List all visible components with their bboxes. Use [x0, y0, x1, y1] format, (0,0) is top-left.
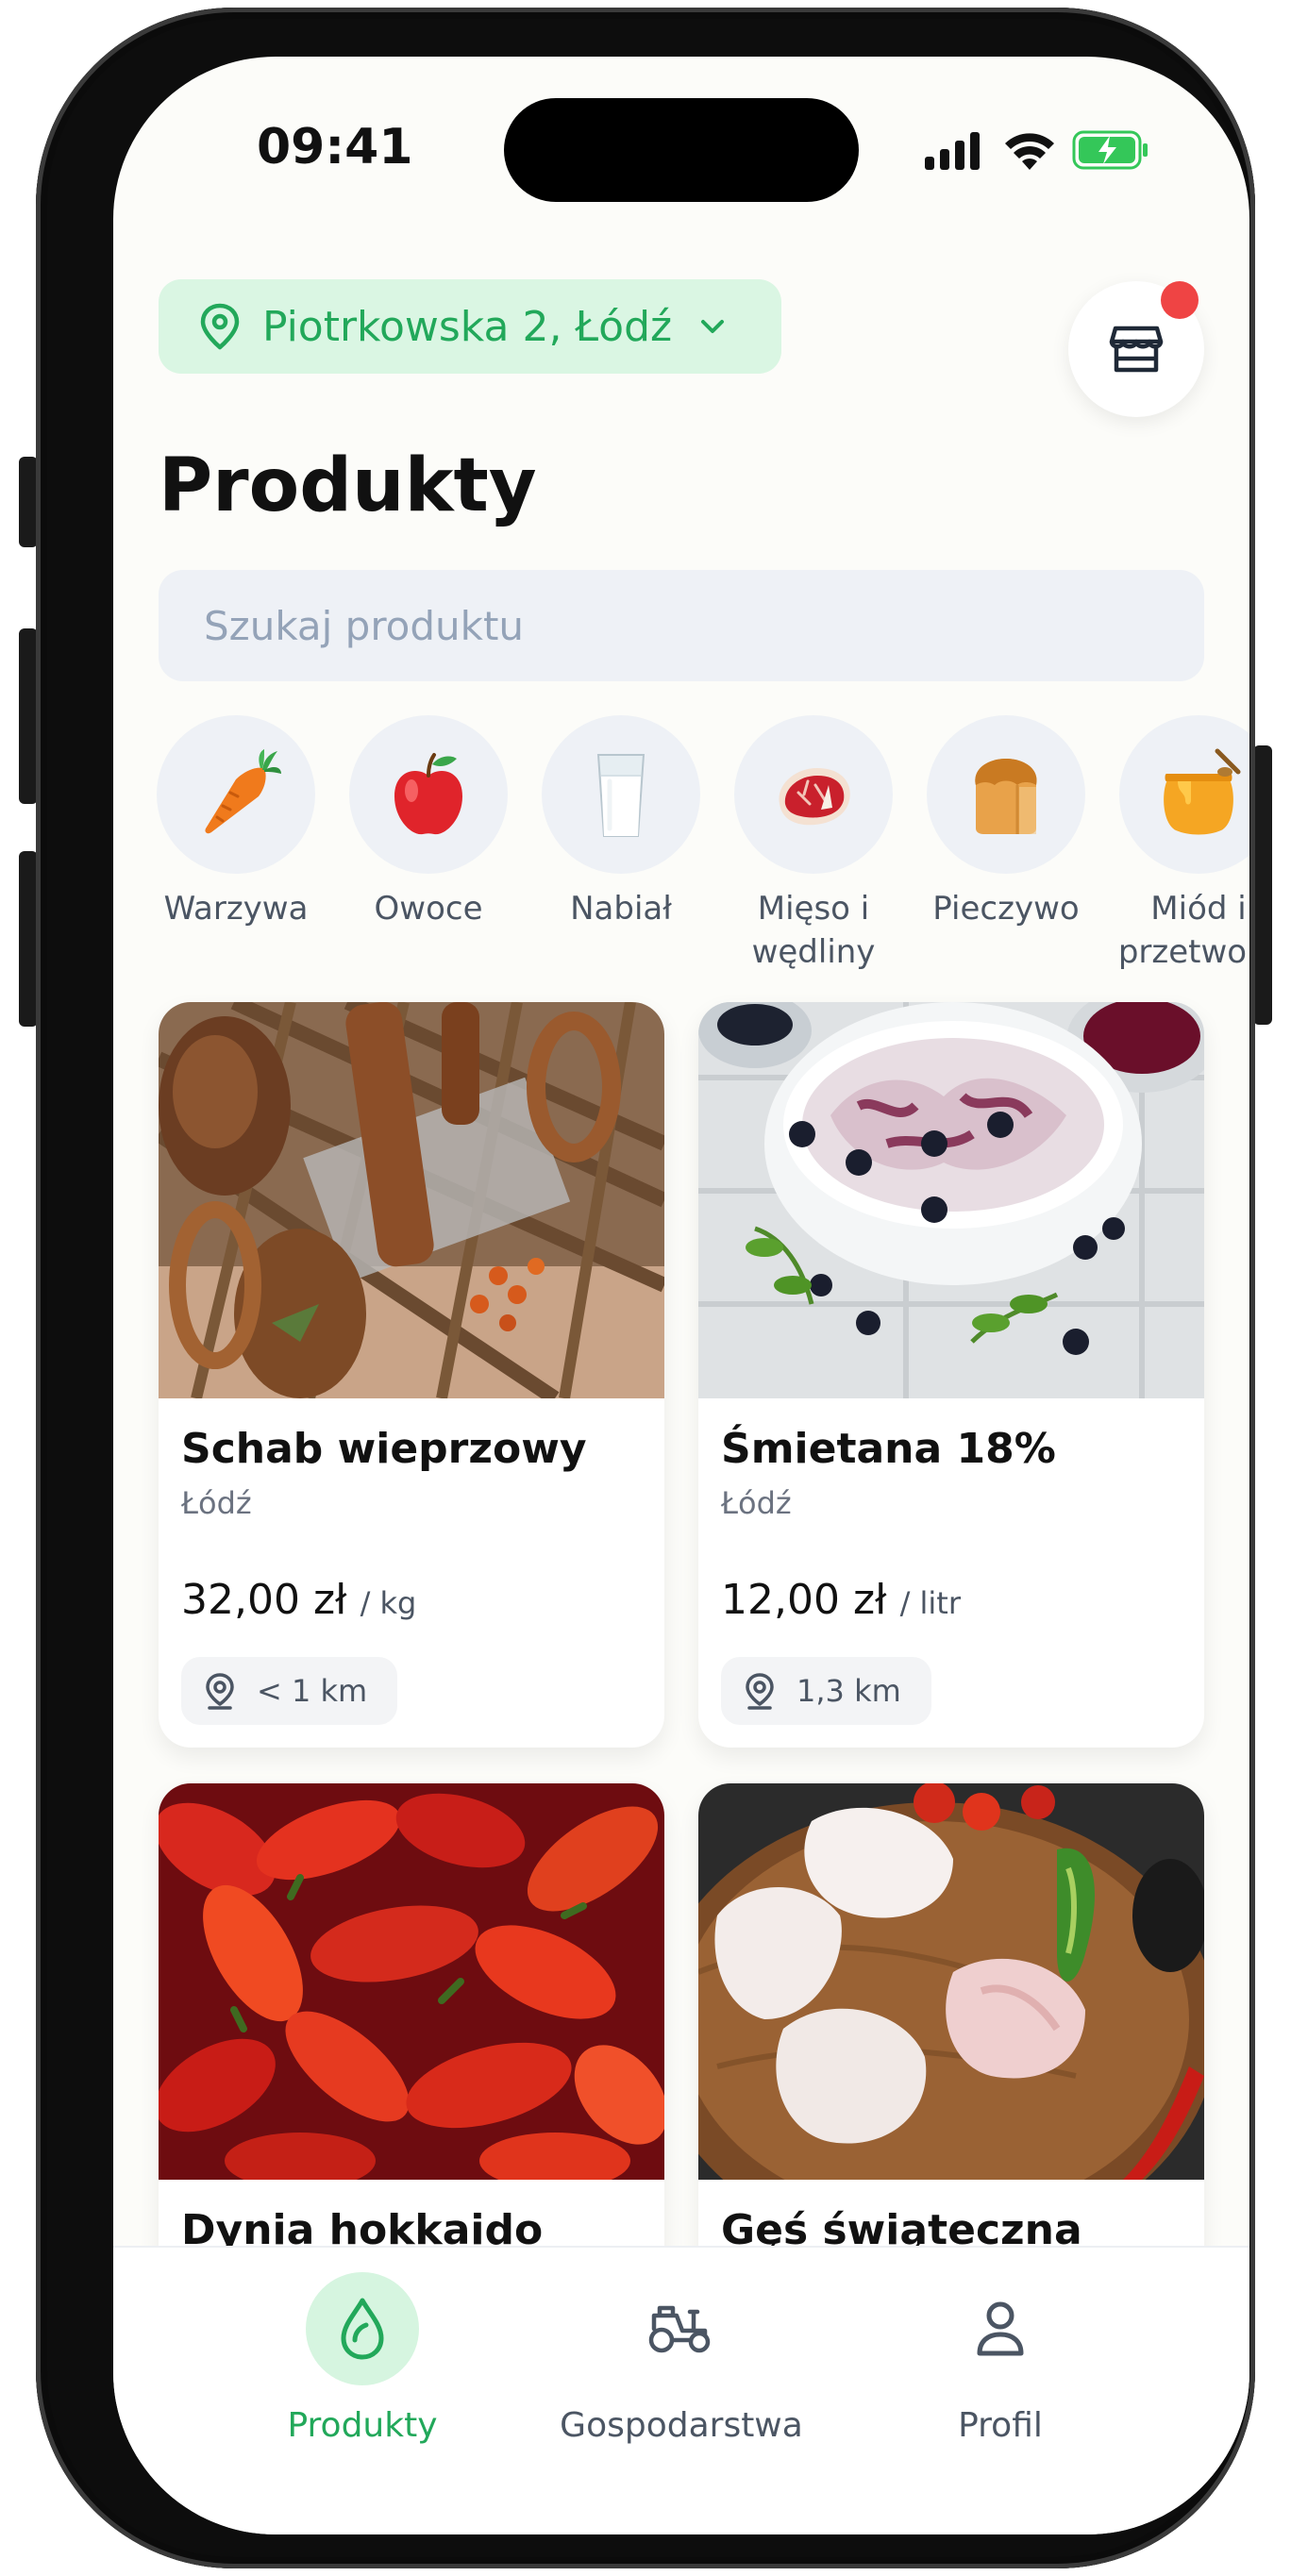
product-image-red-peppers: [159, 1783, 664, 2180]
action-button: [19, 457, 38, 547]
distance-label: 1,3 km: [796, 1673, 901, 1709]
dynamic-island: [504, 98, 859, 202]
category-label: Miód i przetwory: [1117, 890, 1249, 971]
category-label: Mięso i wędliny: [751, 890, 876, 971]
location-selector[interactable]: Piotrkowska 2, Łódź: [159, 279, 781, 374]
tractor-icon: [625, 2272, 738, 2385]
location-pin-icon: [200, 303, 240, 350]
location-marker-icon: [746, 1673, 774, 1710]
signal-icon: [925, 132, 980, 170]
product-image-raw-goose: [698, 1783, 1204, 2180]
product-name: Śmietana 18%: [721, 1425, 1056, 1473]
nav-label: Profil: [958, 2406, 1043, 2445]
user-icon: [944, 2272, 1057, 2385]
product-price: 32,00 zł / kg: [181, 1576, 416, 1624]
location-label: Piotrkowska 2, Łódź: [262, 302, 673, 351]
product-card[interactable]: Schab wieprzowy Łódź 32,00 zł / kg < 1 k…: [159, 1002, 664, 1748]
category-miod[interactable]: Miód i przetwory: [1102, 715, 1249, 974]
product-image-smoked-meats: [159, 1002, 664, 1398]
product-image-blueberry-cream: [698, 1002, 1204, 1398]
milk-icon: [542, 715, 700, 874]
carrot-icon: [157, 715, 315, 874]
honey-icon: [1119, 715, 1249, 874]
page-title: Produkty: [159, 443, 537, 528]
category-mieso[interactable]: Mięso i wędliny: [717, 715, 910, 974]
price-value: 12,00 zł: [721, 1576, 887, 1624]
category-label: Nabiał: [570, 890, 672, 928]
distance-badge: 1,3 km: [721, 1657, 931, 1725]
power-button: [1253, 745, 1272, 1025]
product-price: 12,00 zł / litr: [721, 1576, 961, 1624]
category-owoce[interactable]: Owoce: [332, 715, 525, 930]
category-label: Pieczywo: [932, 890, 1080, 928]
battery-charging-icon: [1072, 130, 1148, 170]
nav-item-produkty[interactable]: Produkty: [221, 2272, 504, 2445]
volume-up-button: [19, 628, 38, 804]
drop-icon: [306, 2272, 419, 2385]
wifi-icon: [1005, 133, 1054, 170]
bottom-navigation: Produkty Gospodarstwa Profil: [113, 2246, 1249, 2534]
volume-down-button: [19, 851, 38, 1027]
product-card[interactable]: Śmietana 18% Łódź 12,00 zł / litr 1,3 km: [698, 1002, 1204, 1748]
product-name: Schab wieprzowy: [181, 1425, 587, 1473]
price-value: 32,00 zł: [181, 1576, 347, 1624]
price-unit: / litr: [899, 1585, 961, 1621]
price-unit: / kg: [360, 1585, 417, 1621]
status-time: 09:41: [257, 119, 413, 176]
search-input[interactable]: [159, 570, 1204, 681]
location-marker-icon: [206, 1673, 234, 1710]
category-pieczywo[interactable]: Pieczywo: [910, 715, 1102, 930]
notification-badge: [1161, 281, 1199, 319]
bread-icon: [927, 715, 1085, 874]
nav-label: Produkty: [287, 2406, 438, 2445]
nav-item-profil[interactable]: Profil: [859, 2272, 1142, 2445]
distance-label: < 1 km: [257, 1673, 368, 1709]
distance-badge: < 1 km: [181, 1657, 398, 1725]
store-icon: [1109, 326, 1164, 373]
category-nabial[interactable]: Nabiał: [525, 715, 717, 930]
category-label: Owoce: [374, 890, 483, 928]
nav-label: Gospodarstwa: [560, 2406, 803, 2445]
chevron-down-icon: [701, 320, 725, 333]
category-label: Warzywa: [163, 890, 309, 928]
apple-icon: [349, 715, 508, 874]
product-city: Łódź: [181, 1485, 252, 1521]
app-screen: 09:41 Piotrkowska 2, Łódź Produkty Szuka…: [113, 57, 1249, 2534]
nav-item-gospodarstwa[interactable]: Gospodarstwa: [540, 2272, 823, 2445]
meat-icon: [734, 715, 893, 874]
product-city: Łódź: [721, 1485, 792, 1521]
category-list[interactable]: Warzywa Owoce Nabiał Mięso i wędliny Pie…: [113, 715, 1249, 979]
phone-frame: 09:41 Piotrkowska 2, Łódź Produkty Szuka…: [36, 8, 1255, 2568]
category-warzywa[interactable]: Warzywa: [140, 715, 332, 930]
